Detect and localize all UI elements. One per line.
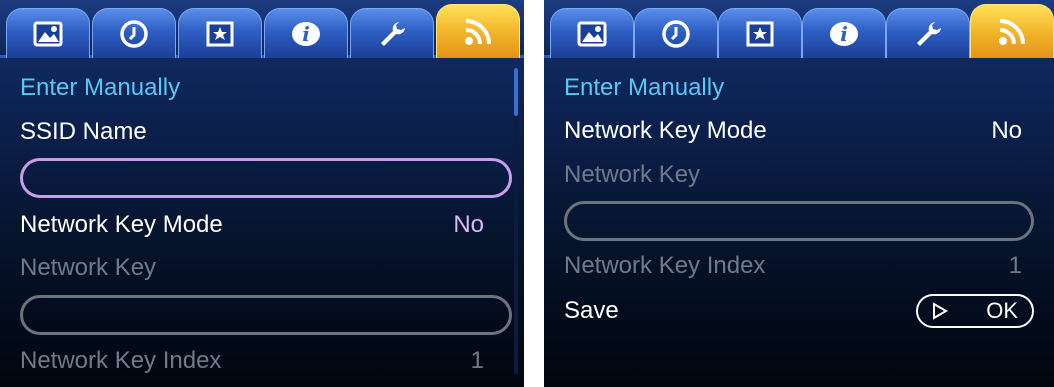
network-key-mode-value: No (453, 211, 484, 238)
rss-icon (999, 18, 1025, 45)
tab-network[interactable] (436, 4, 520, 58)
wifi-settings-screen-right: i Enter Manually Network Key Mode No Net… (544, 0, 1054, 387)
save-row: Save OK (564, 293, 1034, 329)
save-label: Save (564, 297, 619, 324)
tab-bar: i (0, 0, 524, 58)
ssid-name-label: SSID Name (20, 114, 484, 150)
ok-button-label: OK (986, 298, 1018, 323)
network-key-mode-label: Network Key Mode (564, 117, 767, 144)
tab-info[interactable]: i (802, 8, 886, 58)
photo-icon (577, 21, 607, 46)
network-key-index-value: 1 (1008, 252, 1022, 279)
network-key-field[interactable] (20, 295, 512, 335)
network-key-index-value: 1 (470, 347, 484, 374)
wrench-icon (381, 21, 405, 46)
tab-photos[interactable] (6, 8, 90, 58)
network-key-label-text: Network Key (564, 161, 701, 188)
info-icon: i (830, 21, 858, 46)
network-key-index-label: Network Key Index (564, 252, 766, 279)
scroll-thumb[interactable] (514, 68, 518, 116)
section-title: Enter Manually (564, 70, 1022, 106)
network-key-mode-value: No (991, 117, 1022, 144)
network-key-mode-row[interactable]: Network Key Mode No (564, 113, 1022, 149)
photo-icon (33, 21, 63, 46)
tab-photos[interactable] (550, 8, 634, 58)
ssid-name-label-text: SSID Name (20, 118, 147, 145)
ok-button[interactable]: OK (916, 294, 1034, 328)
slideshow-icon (746, 21, 774, 46)
tab-settings[interactable] (886, 8, 970, 58)
wrench-icon (917, 21, 941, 46)
info-icon: i (292, 21, 320, 46)
network-key-mode-label: Network Key Mode (20, 211, 223, 238)
tab-clock[interactable] (634, 8, 718, 58)
tab-slideshow[interactable] (718, 8, 802, 58)
network-key-index-row[interactable]: Network Key Index 1 (20, 343, 484, 379)
network-key-index-row[interactable]: Network Key Index 1 (564, 248, 1022, 284)
ssid-name-field[interactable] (20, 158, 512, 198)
slideshow-icon (206, 21, 234, 46)
tab-settings[interactable] (350, 8, 434, 58)
tab-clock[interactable] (92, 8, 176, 58)
network-key-mode-row[interactable]: Network Key Mode No (20, 207, 484, 243)
network-key-field[interactable] (564, 201, 1034, 241)
tab-network[interactable] (970, 4, 1054, 58)
tab-bar: i (544, 0, 1054, 58)
svg-text:i: i (302, 22, 310, 46)
network-key-label: Network Key (20, 250, 484, 286)
play-icon (933, 302, 948, 320)
scrollbar[interactable] (514, 68, 518, 374)
network-key-label: Network Key (564, 157, 1022, 193)
network-key-index-label: Network Key Index (20, 347, 222, 374)
section-title-label: Enter Manually (20, 74, 181, 101)
tab-info[interactable]: i (264, 8, 348, 58)
svg-text:i: i (840, 22, 848, 46)
rss-icon (465, 18, 491, 45)
network-key-label-text: Network Key (20, 254, 157, 281)
clock-icon (120, 19, 148, 48)
tab-slideshow[interactable] (178, 8, 262, 58)
wifi-settings-screen-left: i Enter Manually SSID Name Network Key M… (0, 0, 524, 387)
section-title-label: Enter Manually (564, 74, 725, 101)
section-title: Enter Manually (20, 70, 484, 106)
clock-icon (662, 19, 690, 48)
